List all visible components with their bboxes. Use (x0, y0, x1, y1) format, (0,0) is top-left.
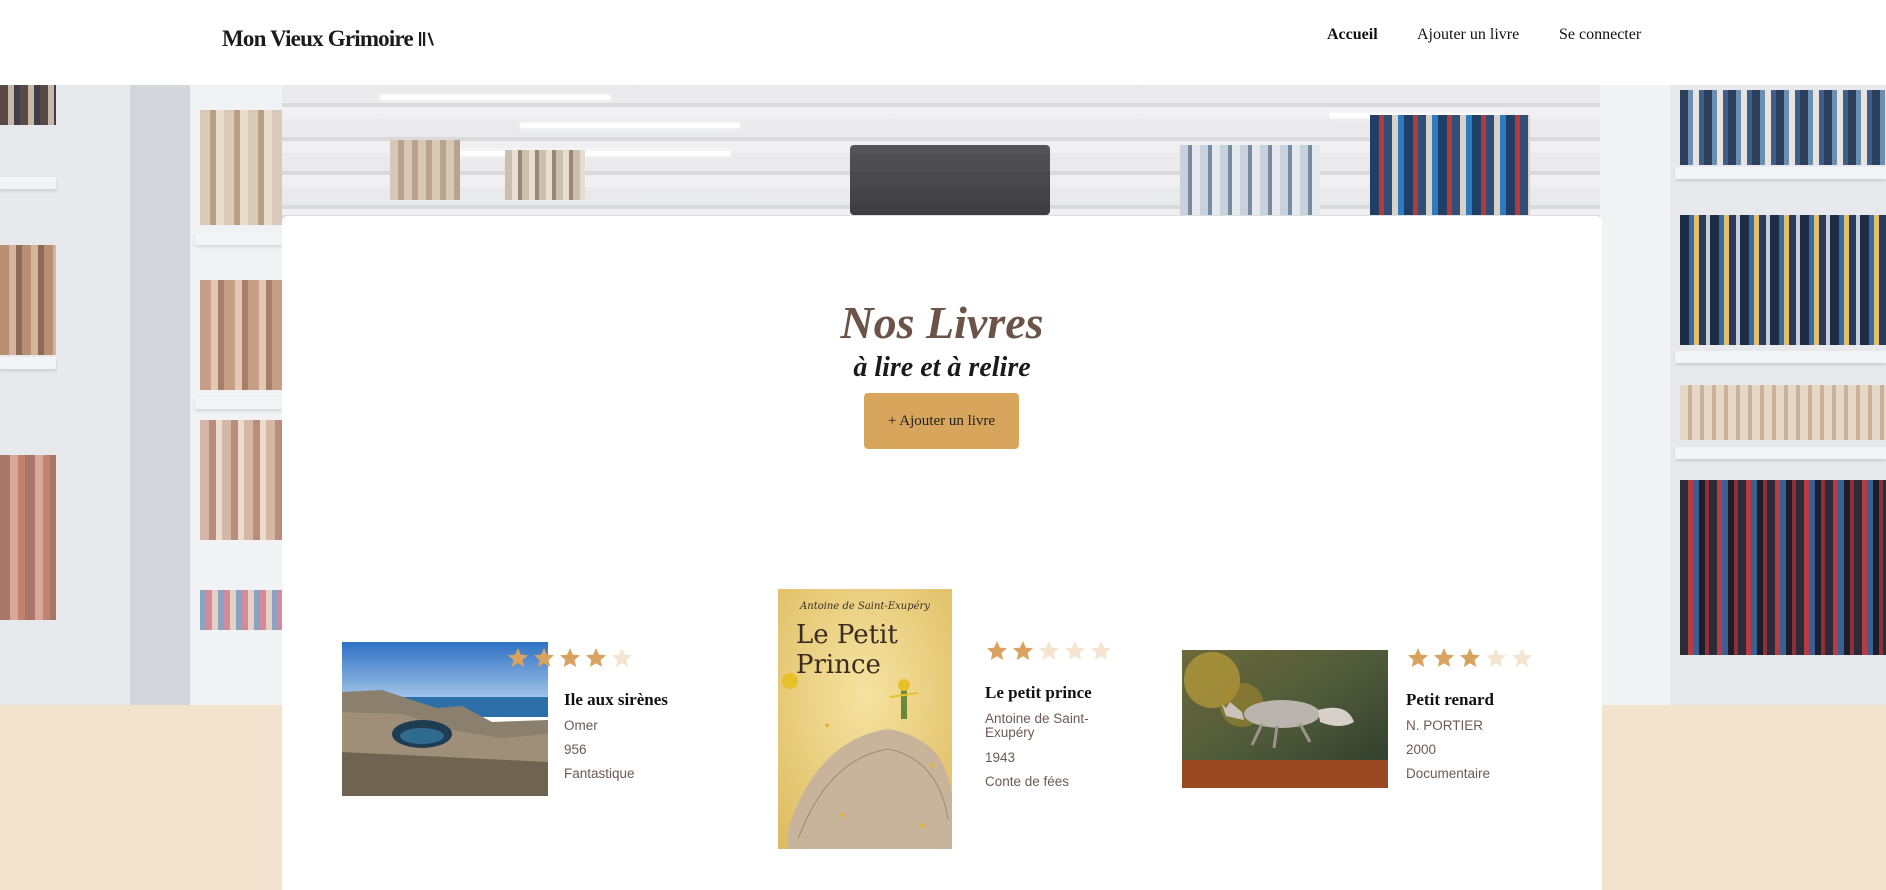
page-title: Nos Livres (840, 297, 1044, 348)
nav-accueil[interactable]: Accueil (1327, 26, 1378, 44)
fox-jumping-image (1182, 650, 1388, 788)
star-filled-icon (1408, 648, 1428, 667)
book-author: Omer (564, 718, 598, 733)
add-book-button[interactable]: + Ajouter un livre (864, 393, 1019, 449)
cover-title-line-2: Prince (796, 649, 881, 680)
cover-author-text: Antoine de Saint-Exupéry (800, 601, 930, 612)
cover-title-text: Le Petit Prince (796, 620, 898, 681)
book-author: N. PORTIER (1406, 718, 1484, 733)
rating-stars-book-1 (506, 646, 634, 670)
book-year: 956 (564, 742, 587, 757)
star-filled-icon (987, 641, 1007, 660)
star-empty-icon (1065, 641, 1085, 660)
nav-se-connecter[interactable]: Se connecter (1559, 26, 1641, 44)
star-empty-icon (1486, 648, 1506, 667)
book-genre: Conte de fées (985, 774, 1070, 789)
svg-text:✦: ✦ (823, 721, 831, 732)
petit-prince-cover-image: ✦ ✦ ✦ ✦ Antoine de Saint-Exupéry Le Peti… (778, 589, 952, 849)
book-year: 1943 (985, 750, 1016, 765)
books-card: Nos Livres à lire et à relire + Ajouter … (282, 216, 1602, 890)
book-title: Le petit prince (985, 683, 1092, 702)
star-empty-icon (1039, 641, 1059, 660)
star-empty-icon (612, 648, 632, 667)
star-filled-icon (1434, 648, 1454, 667)
books-icon (418, 32, 434, 46)
nav-ajouter-un-livre[interactable]: Ajouter un livre (1417, 26, 1519, 44)
page-subtitle: à lire et à relire (853, 352, 1031, 383)
star-empty-icon (1512, 648, 1532, 667)
star-filled-icon (508, 648, 528, 667)
book-author: Antoine de Saint-Exupéry (985, 711, 1089, 741)
logo-text: Mon Vieux Grimoire (222, 26, 414, 51)
book-genre: Documentaire (1406, 766, 1491, 781)
rating-stars-book-3 (1406, 646, 1534, 670)
star-filled-icon (586, 648, 606, 667)
star-filled-icon (1013, 641, 1033, 660)
star-filled-icon (560, 648, 580, 667)
svg-text:✦: ✦ (928, 761, 936, 772)
site-logo[interactable]: Mon Vieux Grimoire (222, 26, 437, 52)
star-filled-icon (534, 648, 554, 667)
book-year: 2000 (1406, 742, 1437, 757)
book-genre: Fantastique (564, 766, 635, 781)
star-filled-icon (1460, 648, 1480, 667)
svg-text:✦: ✦ (838, 811, 846, 822)
book-title: Ile aux sirènes (564, 690, 668, 709)
cover-title-line-1: Le Petit (796, 620, 898, 650)
top-navigation-bar: Mon Vieux Grimoire Accueil Ajouter un li… (0, 0, 1886, 85)
book-title: Petit renard (1406, 690, 1494, 709)
rating-stars-book-2 (985, 639, 1113, 663)
star-empty-icon (1091, 641, 1111, 660)
svg-text:✦: ✦ (918, 821, 926, 832)
